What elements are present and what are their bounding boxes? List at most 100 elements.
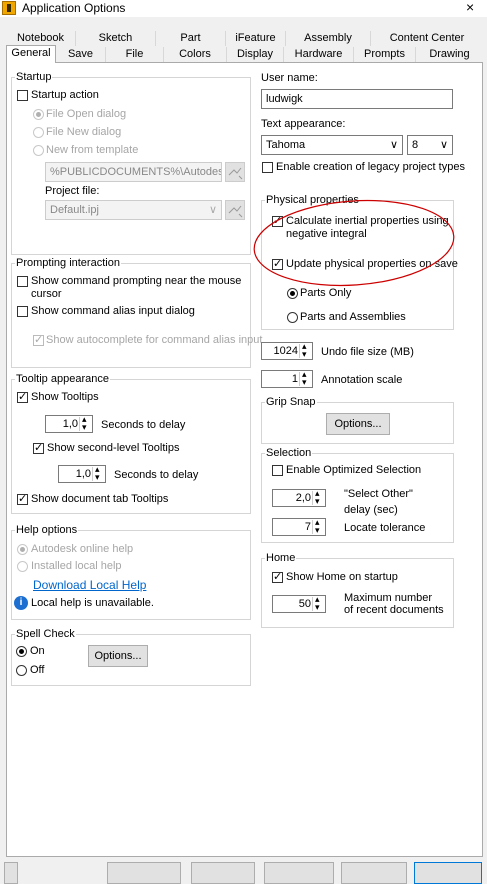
online-help-radio[interactable] <box>17 544 28 555</box>
cancel-button[interactable] <box>341 862 407 884</box>
tab-save[interactable]: Save <box>56 47 106 62</box>
browse-folder-icon <box>228 167 243 180</box>
undo-size-value: 1024 <box>273 345 298 357</box>
startup-action-label: Startup action <box>31 89 99 101</box>
cmd-prompting-checkbox[interactable] <box>17 276 28 287</box>
spinner-arrows-icon[interactable] <box>79 414 91 433</box>
tab-file[interactable]: File <box>106 47 164 62</box>
import-button[interactable] <box>107 862 181 884</box>
spinner-arrows-icon[interactable] <box>312 594 324 613</box>
spell-off-radio[interactable] <box>16 665 27 676</box>
project-file-value: Default.ipj <box>50 204 99 216</box>
tab-display[interactable]: Display <box>227 47 284 62</box>
second-delay-stepper[interactable]: 1,0 <box>58 464 106 483</box>
user-name-label: User name: <box>261 72 318 84</box>
max-recent-value: 50 <box>298 598 311 610</box>
tab-colors[interactable]: Colors <box>164 47 227 62</box>
startup-group-label: Startup <box>15 71 53 83</box>
autocomplete-checkbox[interactable] <box>33 333 44 346</box>
template-path-input[interactable]: %PUBLICDOCUMENTS%\Autodesk\Inv <box>45 162 222 182</box>
help-icon[interactable] <box>4 862 18 884</box>
tab-drawing[interactable]: Drawing <box>416 47 483 62</box>
selection-group-label: Selection <box>265 447 313 459</box>
locate-tolerance-value: 7 <box>304 521 311 533</box>
tab-ifeature[interactable]: iFeature <box>226 31 286 46</box>
apply-button[interactable] <box>414 862 482 884</box>
font-select[interactable]: Tahoma ∨ <box>261 135 403 155</box>
spinner-arrows-icon[interactable] <box>299 341 311 360</box>
tab-sketch[interactable]: Sketch <box>76 31 156 46</box>
tab-prompts[interactable]: Prompts <box>354 47 416 62</box>
online-help-label: Autodesk online help <box>31 543 134 555</box>
annotation-scale-value: 1 <box>291 373 298 385</box>
file-open-radio[interactable] <box>33 109 44 120</box>
browse-template-button[interactable] <box>225 162 245 182</box>
chevron-down-icon: ∨ <box>389 139 398 151</box>
tab-part[interactable]: Part <box>156 31 226 46</box>
spinner-arrows-icon[interactable] <box>299 369 311 388</box>
project-file-label: Project file: <box>45 185 100 197</box>
title-bar: Application Options × <box>0 0 487 17</box>
tab-notebook[interactable]: Notebook <box>6 31 76 46</box>
annotation-scale-stepper[interactable]: 1 <box>261 369 313 388</box>
show-tooltips-label: Show Tooltips <box>31 391 99 403</box>
parts-assemblies-radio[interactable] <box>287 312 298 323</box>
legacy-project-checkbox[interactable] <box>262 162 273 173</box>
second-level-checkbox[interactable] <box>33 441 44 454</box>
close-button[interactable] <box>264 862 334 884</box>
tab-assembly[interactable]: Assembly <box>286 31 371 46</box>
select-other-delay-label: "Select Other" delay (sec) <box>344 488 413 516</box>
new-from-template-radio[interactable] <box>33 145 44 156</box>
startup-action-checkbox[interactable] <box>17 90 28 101</box>
show-tooltips-checkbox[interactable] <box>17 390 28 403</box>
tab-row-2: General Save File Colors Display Hardwar… <box>6 45 483 63</box>
spell-off-label: Off <box>30 664 45 676</box>
spell-check-group-label: Spell Check <box>15 628 76 640</box>
file-open-label: File Open dialog <box>46 108 127 120</box>
window-title: Application Options <box>22 1 126 15</box>
doc-tab-tooltips-label: Show document tab Tooltips <box>31 493 169 505</box>
tab-content-center[interactable]: Content Center <box>371 31 483 46</box>
spinner-arrows-icon[interactable] <box>312 488 324 507</box>
project-file-select[interactable]: Default.ipj ∨ <box>45 200 222 220</box>
tab-general[interactable]: General <box>6 45 56 63</box>
font-size-value: 8 <box>412 139 419 151</box>
tooltip-delay-stepper[interactable]: 1,0 <box>45 414 93 433</box>
home-group-label: Home <box>265 552 297 564</box>
font-size-select[interactable]: 8 ∨ <box>407 135 453 155</box>
select-other-delay-value: 2,0 <box>295 492 311 504</box>
grip-snap-options-button[interactable]: Options... <box>326 413 390 435</box>
export-button[interactable] <box>191 862 255 884</box>
spinner-arrows-icon[interactable] <box>92 464 104 483</box>
select-other-delay-stepper[interactable]: 2,0 <box>272 488 326 507</box>
doc-tab-tooltips-checkbox[interactable] <box>17 492 28 505</box>
text-appearance-label: Text appearance: <box>261 118 346 130</box>
user-name-input[interactable]: ludwigk <box>261 89 453 109</box>
show-home-checkbox[interactable] <box>272 570 283 583</box>
tab-row-1: Notebook Sketch Part iFeature Assembly C… <box>6 31 483 46</box>
annotation-scale-label: Annotation scale <box>321 374 403 386</box>
undo-size-stepper[interactable]: 1024 <box>261 341 313 360</box>
legacy-project-label: Enable creation of legacy project types <box>276 161 465 173</box>
file-new-radio[interactable] <box>33 127 44 138</box>
chevron-down-icon: ∨ <box>439 139 448 151</box>
optimized-selection-checkbox[interactable] <box>272 465 283 476</box>
spinner-arrows-icon[interactable] <box>312 517 324 536</box>
spell-options-button[interactable]: Options... <box>88 645 148 667</box>
tab-hardware[interactable]: Hardware <box>284 47 354 62</box>
spell-on-label: On <box>30 645 45 657</box>
download-local-help-link[interactable]: Download Local Help <box>33 578 146 592</box>
close-icon[interactable]: × <box>466 0 474 15</box>
alias-input-checkbox[interactable] <box>17 306 28 317</box>
browse-project-button[interactable] <box>225 200 245 220</box>
max-recent-label: Maximum number of recent documents <box>344 592 444 616</box>
installed-help-radio[interactable] <box>17 561 28 572</box>
font-value: Tahoma <box>266 139 306 151</box>
info-icon: i <box>14 596 28 610</box>
tooltip-delay-label: Seconds to delay <box>101 419 186 431</box>
spell-on-radio[interactable] <box>16 646 27 657</box>
locate-tolerance-stepper[interactable]: 7 <box>272 517 326 536</box>
max-recent-stepper[interactable]: 50 <box>272 594 326 613</box>
undo-size-label: Undo file size (MB) <box>321 346 414 358</box>
browse-folder-icon <box>228 205 243 218</box>
